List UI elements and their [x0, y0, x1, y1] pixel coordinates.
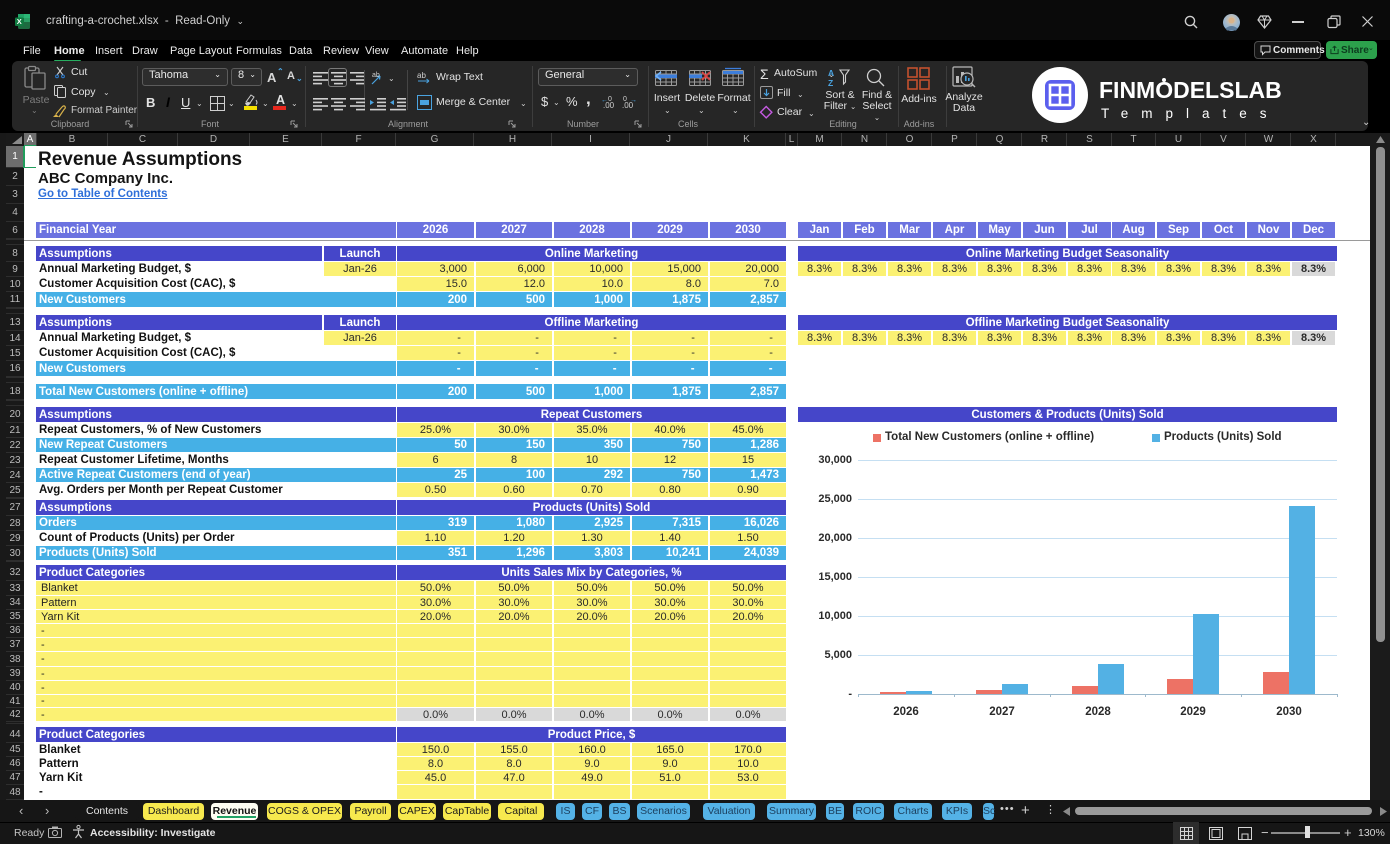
svg-text:0: 0 [608, 96, 612, 103]
svg-text:X: X [17, 17, 22, 26]
svg-text:A: A [828, 68, 834, 78]
svg-text:Z: Z [828, 78, 833, 88]
svg-text:ab: ab [417, 71, 426, 80]
svg-text:0: 0 [623, 96, 627, 103]
svg-text:ab: ab [372, 72, 380, 79]
